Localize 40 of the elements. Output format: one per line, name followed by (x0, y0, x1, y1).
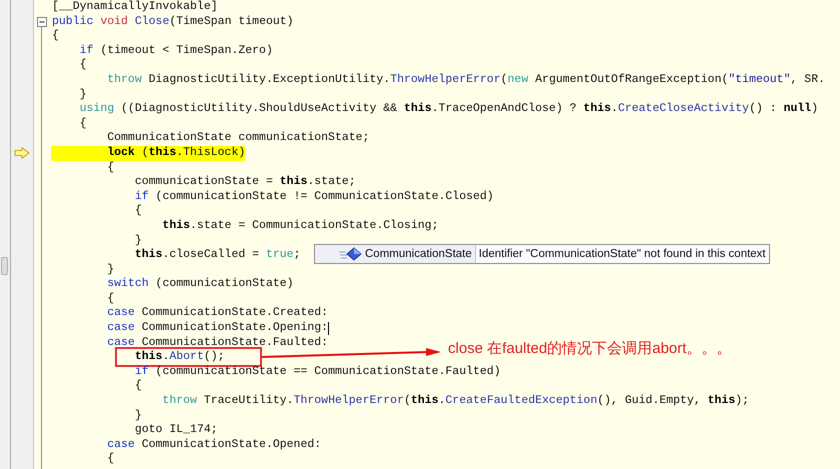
scroll-thumb[interactable] (1, 257, 8, 275)
code-line: if (communicationState == CommunicationState.Faulted) (134, 364, 501, 378)
tooltip-message: Identifier "CommunicationState" not found in this context (478, 247, 767, 262)
code-line: this.closeCalled = true; (134, 248, 300, 262)
code-line: { (134, 204, 142, 218)
code-line: case CommunicationState.Faulted: (107, 336, 328, 349)
code-line: this.Abort(); (134, 350, 225, 364)
code-line: goto IL_174; (134, 423, 218, 436)
collapse-icon[interactable] (37, 16, 47, 27)
code-line: communicationState = this.state; (134, 175, 356, 188)
code-line: if (timeout < TimeSpan.Zero) (80, 44, 273, 57)
code-line: { (52, 29, 59, 42)
annotation-text: close 在faulted的情况下会调用abort。。。 (448, 339, 732, 358)
arrow-icon (14, 147, 30, 160)
code-line: throw DiagnosticUtility.ExceptionUtility.ThrowHelperError(new ArgumentOutOfRangeException("timeout", SR. (107, 72, 826, 86)
code-line: { (134, 379, 142, 392)
code-line: case CommunicationState.Opening: (107, 321, 328, 334)
code-line: public void Close(TimeSpan timeout) (52, 14, 294, 28)
symbol-icon (339, 247, 363, 262)
code-line: case CommunicationState.Opened: (107, 438, 322, 451)
code-line: } (80, 88, 87, 101)
scrollbar-track[interactable] (0, 0, 11, 469)
code-line: { (107, 160, 114, 174)
code-line: } (107, 262, 114, 276)
code-line: CommunicationState communicationState; (107, 131, 370, 144)
code-line: { (107, 452, 114, 466)
code-line: throw TraceUtility.ThrowHelperError(this.CreateFaultedException(), Guid.Empty, this); (162, 394, 750, 408)
symbol-name: CommunicationState (365, 248, 472, 260)
code-line: } (134, 234, 142, 246)
code-line: lock (this.ThisLock) (107, 146, 246, 159)
code-line: } (134, 408, 142, 422)
code-line: { (107, 292, 114, 305)
code-line: { (80, 116, 87, 130)
code-line: using ((DiagnosticUtility.ShouldUseActivity && this.TraceOpenAndClose) ? this.CreateCloseActivity() : null) (80, 102, 818, 116)
code-line: switch (communicationState) (107, 277, 294, 290)
code-line: if (communicationState != CommunicationState.Closed) (134, 190, 494, 203)
code-line: [__DynamicallyInvokable] (52, 0, 218, 13)
code-line: this.state = CommunicationState.Closing; (162, 218, 438, 232)
code-line: { (80, 58, 87, 72)
code-line: case CommunicationState.Created: (107, 306, 328, 320)
